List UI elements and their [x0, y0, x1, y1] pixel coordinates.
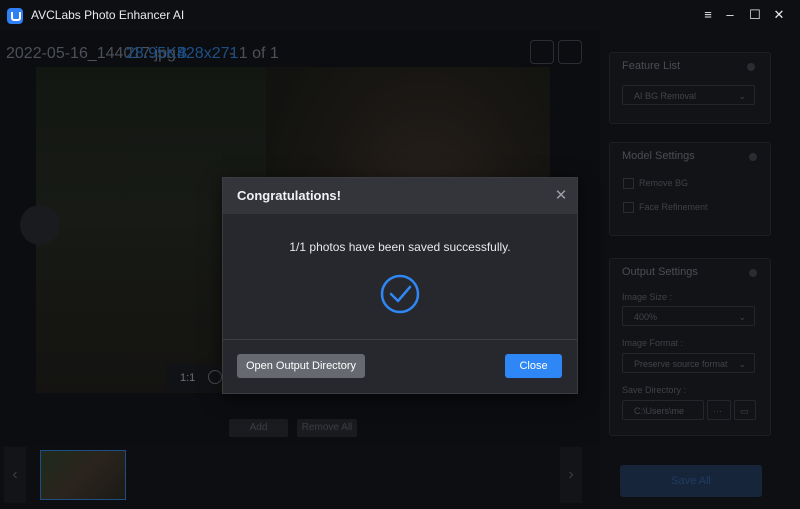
close-button[interactable]: Close — [505, 354, 562, 378]
image-format-value: Preserve source format — [634, 359, 728, 369]
menu-icon[interactable]: ≡ — [697, 5, 719, 25]
success-dialog: Congratulations! ✕ 1/1 photos have been … — [222, 177, 578, 394]
close-window-button[interactable]: ✕ — [768, 5, 790, 25]
image-size-label: Image Size : — [622, 292, 673, 302]
minimize-button[interactable]: – — [719, 5, 741, 25]
save-directory-field[interactable]: C:\Users\me — [622, 400, 704, 420]
image-format-select[interactable]: Preserve source format ⌄ — [622, 353, 755, 373]
dialog-title: Congratulations! — [237, 188, 341, 203]
face-refinement-checkbox[interactable] — [623, 202, 634, 213]
zoom-level: 1:1 — [180, 372, 196, 384]
chevron-down-icon: ⌄ — [738, 312, 746, 322]
page-info: - 1 of 1 — [229, 45, 279, 62]
output-settings-title: Output Settings — [622, 266, 698, 278]
app-title: AVCLabs Photo Enhancer AI — [31, 8, 185, 22]
feature-select[interactable]: AI BG Removal ⌄ — [622, 85, 755, 105]
zoom-control[interactable]: 1:1 — [166, 364, 222, 392]
chevron-down-icon: ⌄ — [738, 359, 746, 369]
open-output-directory-button[interactable]: Open Output Directory — [237, 354, 365, 378]
save-directory-label: Save Directory : — [622, 385, 687, 395]
remove-bg-checkbox[interactable] — [623, 178, 634, 189]
face-refinement-label: Face Refinement — [639, 202, 708, 212]
image-size-select[interactable]: 400% ⌄ — [622, 306, 755, 326]
crop-icon[interactable] — [530, 40, 554, 64]
zoom-icon[interactable] — [208, 370, 222, 384]
model-settings-title: Model Settings — [622, 150, 695, 162]
help-icon[interactable] — [747, 63, 755, 71]
dialog-message: 1/1 photos have been saved successfully. — [289, 240, 511, 254]
remove-bg-label: Remove BG — [639, 178, 689, 188]
image-size-value: 400% — [634, 312, 658, 322]
strip-next-button[interactable]: › — [560, 447, 582, 503]
maximize-button[interactable]: ☐ — [744, 5, 766, 25]
strip-prev-button[interactable]: ‹ — [4, 447, 26, 503]
feature-select-value: AI BG Removal — [634, 91, 697, 101]
help-icon[interactable] — [749, 269, 757, 277]
check-circle-icon — [380, 274, 420, 314]
help-icon[interactable] — [749, 153, 757, 161]
folder-icon[interactable]: ▭ — [734, 400, 756, 420]
dialog-divider — [223, 339, 577, 340]
close-icon[interactable]: ✕ — [553, 186, 569, 204]
app-logo-icon — [7, 8, 23, 24]
eye-icon[interactable] — [558, 40, 582, 64]
save-directory-value: C:\Users\me — [634, 406, 685, 416]
photo-thumbnail[interactable] — [40, 450, 126, 500]
remove-all-button[interactable]: Remove All — [297, 419, 357, 437]
feature-list-title: Feature List — [622, 60, 681, 72]
add-button[interactable]: Add — [229, 419, 288, 437]
image-format-label: Image Format : — [622, 338, 684, 348]
browse-button[interactable]: ··· — [707, 400, 731, 420]
save-all-button[interactable]: Save All — [620, 465, 762, 497]
compare-handle[interactable] — [20, 205, 60, 245]
chevron-down-icon: ⌄ — [738, 91, 746, 101]
